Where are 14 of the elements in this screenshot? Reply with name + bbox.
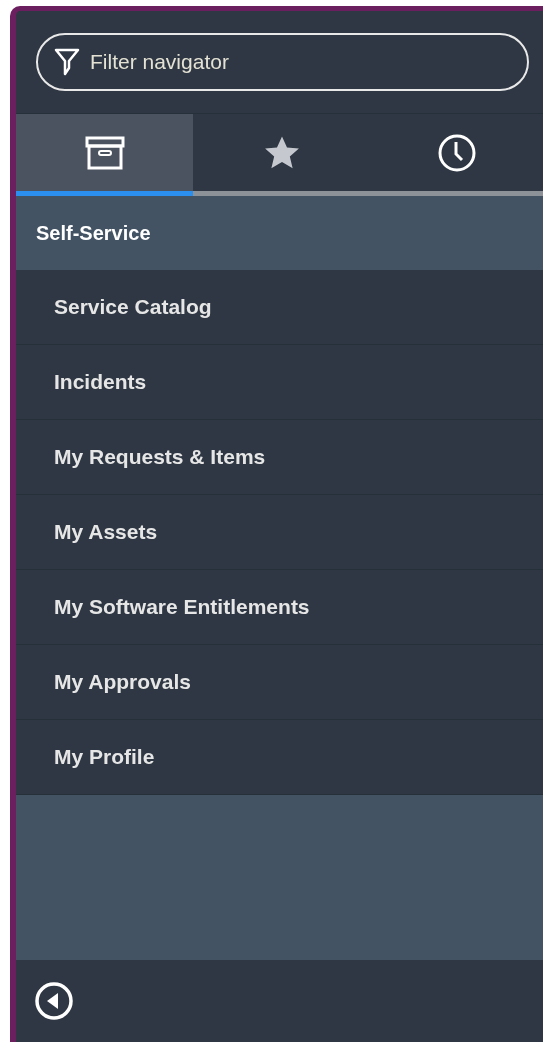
menu-item[interactable]: My Software Entitlements xyxy=(16,570,543,645)
collapse-button[interactable] xyxy=(34,981,74,1021)
menu-item[interactable]: Service Catalog xyxy=(16,270,543,345)
archive-box-icon xyxy=(84,135,125,170)
menu-item[interactable]: Incidents xyxy=(16,345,543,420)
nav-tab[interactable] xyxy=(16,114,193,196)
section-title[interactable]: Self-Service xyxy=(16,196,543,270)
menu-item[interactable]: My Requests & Items xyxy=(16,420,543,495)
collapse-icon xyxy=(34,981,74,1021)
menu-item[interactable]: My Assets xyxy=(16,495,543,570)
clock-icon xyxy=(436,132,477,173)
filter-icon xyxy=(54,48,80,76)
menu-item[interactable]: My Approvals xyxy=(16,645,543,720)
filter-field[interactable]: Filter navigator xyxy=(36,33,529,91)
